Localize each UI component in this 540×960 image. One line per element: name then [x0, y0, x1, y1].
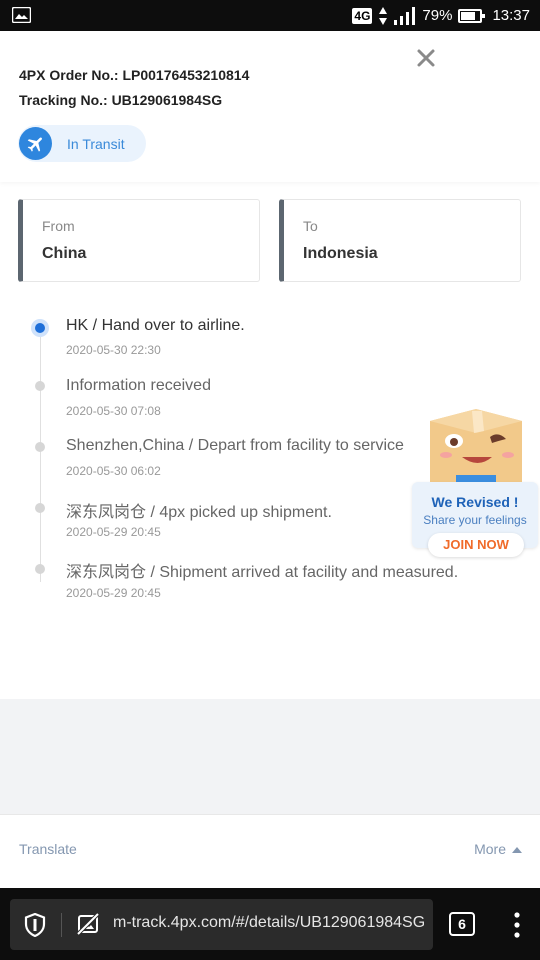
event-description: Shenzhen,China / Depart from facility to… — [66, 437, 404, 454]
promo-subtitle: Share your feelings — [423, 513, 527, 527]
close-icon[interactable] — [414, 46, 438, 70]
chevron-up-icon — [512, 846, 522, 853]
url-text[interactable]: m-track.4px.com/#/details/UB129061984SG — [113, 914, 425, 932]
destination-card: To Indonesia — [279, 199, 521, 282]
timeline-dot — [35, 381, 45, 391]
status-badge: In Transit — [18, 125, 146, 162]
translate-link[interactable]: Translate — [19, 841, 77, 857]
promo-title: We Revised ! — [431, 494, 519, 510]
timeline-dot — [35, 442, 45, 452]
event-description: 深东凤岗仓 / Shipment arrived at facility and… — [66, 564, 459, 581]
event-time: 2020-05-29 20:45 — [66, 586, 161, 600]
event-description: HK / Hand over to airline. — [66, 317, 245, 334]
event-time: 2020-05-30 07:08 — [66, 404, 161, 418]
browser-toolbar: m-track.4px.com/#/details/UB129061984SG … — [0, 888, 540, 960]
address-divider — [61, 913, 62, 937]
battery-percent: 79% — [422, 7, 453, 24]
clock: 13:37 — [492, 7, 530, 24]
timeline-dot — [35, 564, 45, 574]
timeline-event: HK / Hand over to airline. 2020-05-30 22… — [0, 316, 540, 376]
timeline-event: 深东凤岗仓 / Shipment arrived at facility and… — [0, 558, 540, 618]
timeline-dot-active — [31, 319, 49, 337]
join-now-button[interactable]: JOIN NOW — [428, 533, 524, 557]
event-time: 2020-05-30 06:02 — [66, 464, 161, 478]
translate-bar: Translate More — [0, 814, 540, 888]
network-type: 4G — [352, 7, 373, 24]
shield-icon[interactable] — [24, 913, 46, 937]
event-time: 2020-05-29 20:45 — [66, 525, 161, 539]
event-time: 2020-05-30 22:30 — [66, 343, 161, 357]
origin-country: China — [42, 245, 87, 262]
more-button[interactable]: More — [474, 841, 522, 857]
battery-icon — [458, 8, 486, 23]
destination-label: To — [303, 218, 318, 234]
origin-card: From China — [18, 199, 260, 282]
address-bar[interactable]: m-track.4px.com/#/details/UB129061984SG — [10, 899, 433, 950]
more-vertical-icon[interactable] — [510, 912, 524, 938]
origin-label: From — [42, 218, 75, 234]
image-off-icon[interactable] — [76, 912, 100, 936]
signal-icon — [394, 6, 416, 25]
image-notification-icon — [12, 7, 31, 23]
airplane-icon — [19, 127, 52, 160]
event-description: 深东凤岗仓 / 4px picked up shipment. — [66, 504, 332, 521]
status-text: In Transit — [67, 135, 125, 152]
promo-banner[interactable]: We Revised ! Share your feelings JOIN NO… — [412, 482, 538, 557]
event-description: Information received — [66, 377, 211, 394]
order-number: 4PX Order No.: LP00176453210814 — [19, 67, 250, 83]
more-label: More — [474, 841, 506, 857]
content-divider — [0, 699, 540, 814]
box-mascot-icon — [430, 409, 522, 485]
status-indicators: 4G 79% 13:37 — [352, 0, 530, 31]
shipment-header: 4PX Order No.: LP00176453210814 Tracking… — [0, 31, 540, 182]
timeline-dot — [35, 503, 45, 513]
destination-country: Indonesia — [303, 245, 378, 262]
tab-switcher-button[interactable]: 6 — [449, 912, 475, 936]
status-bar: 4G 79% 13:37 — [0, 0, 540, 31]
data-arrows-icon — [379, 6, 388, 25]
tracking-number: Tracking No.: UB129061984SG — [19, 92, 223, 108]
feedback-promo[interactable]: We Revised ! Share your feelings JOIN NO… — [410, 402, 540, 562]
